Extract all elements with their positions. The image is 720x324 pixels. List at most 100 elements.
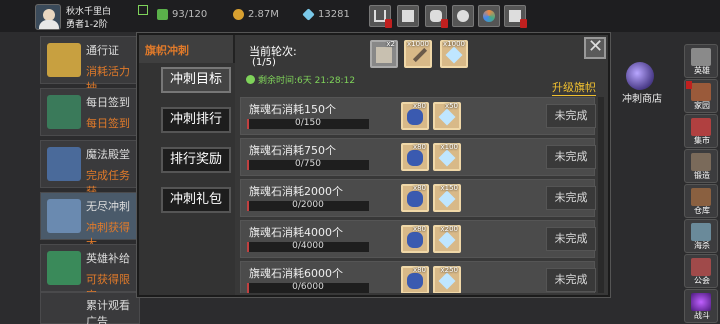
player-name: 秋水千里白 [66, 7, 112, 17]
house-icon [691, 83, 711, 101]
flag-stone-icon [407, 150, 423, 166]
dialog-title: 旗帜冲刺 [139, 35, 235, 63]
list-item[interactable]: 通行证消耗活力抽 [40, 36, 140, 94]
nav-guild[interactable]: 公会 [684, 254, 718, 288]
status-button[interactable]: 未完成 [546, 145, 596, 169]
orb-icon [626, 62, 654, 90]
reward-slot[interactable]: x80 [401, 225, 429, 253]
progress-bar: 0/2000 [247, 200, 369, 211]
list-item[interactable]: 每日签到 每日签到 [40, 88, 140, 136]
tab-sprint-goal[interactable]: 冲刺目标 [161, 67, 231, 93]
reward-slot[interactable]: x80 [401, 102, 429, 130]
shop-cart-button[interactable] [369, 5, 392, 28]
reward-slot[interactable]: x80 [401, 266, 429, 293]
progress-bar: 0/150 [247, 118, 369, 129]
reward-slot[interactable]: x200 [433, 225, 461, 253]
settings-button[interactable] [452, 5, 474, 27]
nav-market[interactable]: 集市 [684, 114, 718, 148]
close-button[interactable]: ✕ [584, 36, 606, 59]
edit-icon[interactable] [138, 5, 148, 15]
trophy-icon [47, 43, 81, 77]
reward-slot[interactable]: x80 [401, 184, 429, 212]
nav-home[interactable]: 家园 [684, 79, 718, 113]
diamond-icon [438, 149, 456, 167]
diamond-icon [302, 8, 315, 21]
player-rank: 勇者1-2阶 [66, 20, 108, 30]
nav-warehouse[interactable]: 仓库 [684, 184, 718, 218]
tab-column: 冲刺目标 冲刺排行 排行奖励 冲刺礼包 [139, 63, 235, 295]
diamond-icon [438, 108, 456, 126]
list-item[interactable]: 魔法殿堂完成任务获 [40, 140, 140, 198]
guild-icon [691, 258, 711, 276]
nav-sea-kill[interactable]: 海杀 [684, 219, 718, 253]
status-button[interactable]: 未完成 [546, 186, 596, 210]
left-activity-list: 通行证消耗活力抽 每日签到每日签到 魔法殿堂完成任务获 无尽冲刺冲刺获得大 英雄… [40, 36, 140, 324]
sprint-shop-button[interactable]: 冲刺商店 [612, 62, 672, 106]
progress-bar: 0/6000 [247, 282, 369, 293]
flag-stone-icon [407, 273, 423, 289]
ship-icon [691, 223, 711, 241]
scroll-icon [376, 47, 392, 63]
round-value: (1/5) [252, 57, 276, 68]
knight-icon [47, 199, 81, 233]
leaf-icon [157, 9, 168, 20]
stamina-resource: 93/120 [157, 9, 207, 20]
anvil-icon [691, 153, 711, 171]
clock-icon [246, 75, 255, 84]
nav-forge[interactable]: 锻造 [684, 149, 718, 183]
reward-slot[interactable]: x1000 [404, 40, 432, 68]
notice-button[interactable] [504, 5, 527, 28]
goal-row: 旗魂石消耗4000个 0/4000 x80 x200 未完成 [240, 220, 596, 258]
tab-sprint-pack[interactable]: 冲刺礼包 [161, 187, 231, 213]
goal-list: 旗魂石消耗150个 0/150 x80 x50 未完成 旗魂石消耗750个 0/… [240, 97, 596, 293]
gamepad-button[interactable] [425, 5, 448, 28]
diamond-icon [438, 190, 456, 208]
crystal-icon [47, 147, 81, 181]
tab-sprint-ranking[interactable]: 冲刺排行 [161, 107, 231, 133]
diamond-icon [438, 231, 456, 249]
ad-watch-item[interactable]: 累计观看广告 [40, 292, 140, 324]
mail-button[interactable] [397, 5, 419, 27]
gold-resource: 2.87M [233, 9, 279, 20]
list-item[interactable]: 无尽冲刺冲刺获得大 [40, 192, 140, 250]
reward-slot[interactable]: x80 [401, 143, 429, 171]
status-button[interactable]: 未完成 [546, 268, 596, 292]
staff-icon [412, 47, 428, 63]
chest-icon [47, 95, 81, 129]
player-avatar[interactable] [35, 4, 61, 30]
flag-stone-icon [407, 232, 423, 248]
goal-row: 旗魂石消耗2000个 0/2000 x80 x150 未完成 [240, 179, 596, 217]
reward-slot[interactable]: x150 [433, 184, 461, 212]
upgrade-flag-link[interactable]: 升级旗帜 [552, 79, 596, 96]
remaining-time: 剩余时间:6天 21:28:12 [246, 73, 355, 86]
hero-icon [691, 48, 711, 66]
nav-battle[interactable]: 战斗 [684, 289, 718, 323]
nav-hero[interactable]: 英雄 [684, 44, 718, 78]
flag-stone-icon [407, 191, 423, 207]
gem-resource: 13281 [302, 8, 350, 21]
game-screen: 秋水千里白 勇者1-2阶 93/120 2.87M 13281 通行证消耗活力抽… [0, 0, 720, 324]
goal-row: 旗魂石消耗6000个 0/6000 x80 x250 未完成 [240, 261, 596, 293]
status-button[interactable]: 未完成 [546, 227, 596, 251]
supply-icon [47, 251, 81, 285]
event-icon [483, 10, 495, 22]
reward-slot[interactable]: x250 [433, 266, 461, 293]
reward-slot[interactable]: x2 [370, 40, 398, 68]
reward-slot[interactable]: x1000 [440, 40, 468, 68]
scrollbar[interactable] [598, 97, 604, 293]
reward-slot[interactable]: x50 [433, 102, 461, 130]
tab-ranking-reward[interactable]: 排行奖励 [161, 147, 231, 173]
diamond-icon [445, 46, 463, 64]
flag-stone-icon [407, 109, 423, 125]
chest-icon [691, 188, 711, 206]
status-button[interactable]: 未完成 [546, 104, 596, 128]
goal-row: 旗魂石消耗150个 0/150 x80 x50 未完成 [240, 97, 596, 135]
reward-slot[interactable]: x100 [433, 143, 461, 171]
close-icon: ✕ [588, 36, 604, 57]
list-item[interactable]: 英雄补给可获得限定 [40, 244, 140, 302]
event-button[interactable] [478, 5, 500, 27]
settings-icon [457, 10, 469, 22]
diamond-icon [438, 272, 456, 290]
progress-bar: 0/750 [247, 159, 369, 170]
portal-icon [691, 293, 711, 311]
